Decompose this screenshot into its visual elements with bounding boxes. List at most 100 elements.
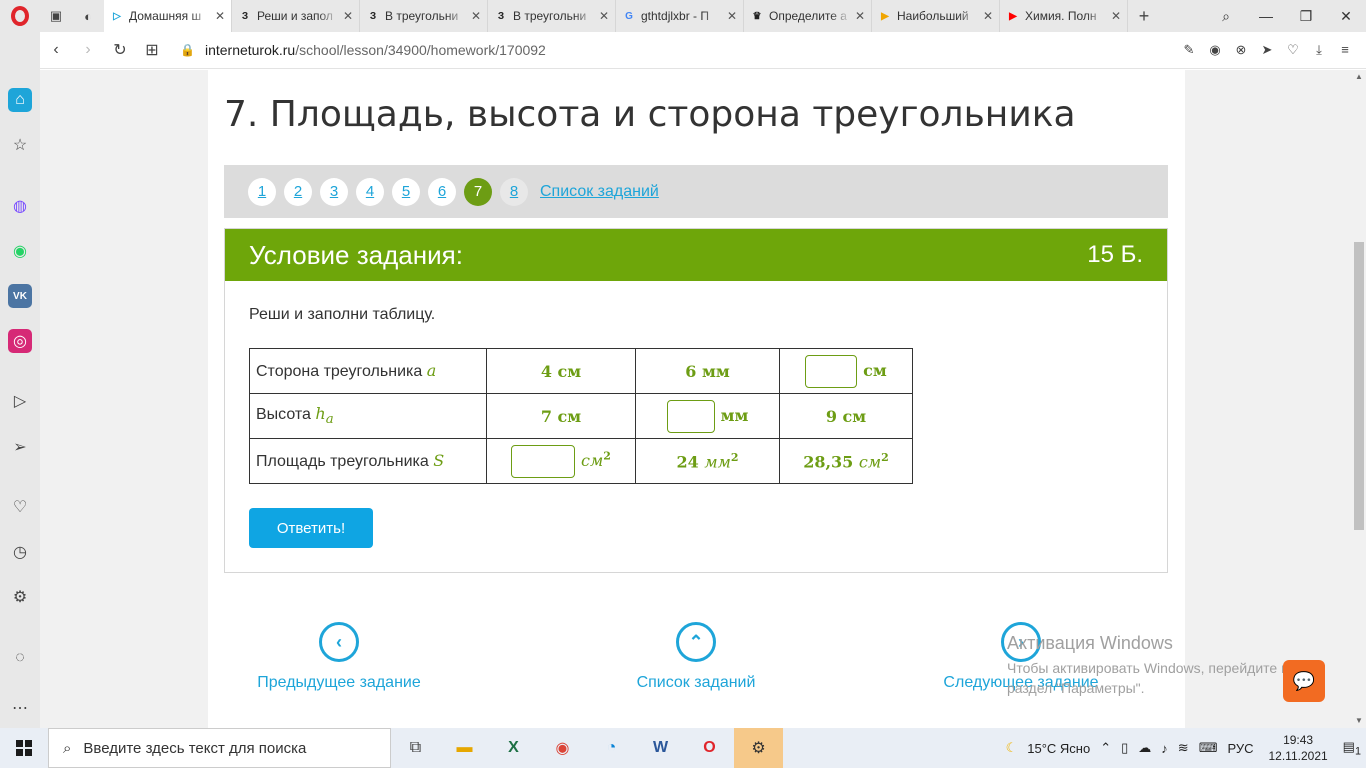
- file-explorer-icon[interactable]: ▬: [440, 728, 489, 768]
- browser-tab[interactable]: ▶ Наибольший ✕: [872, 0, 1000, 32]
- download-icon[interactable]: ⤓: [1306, 42, 1332, 58]
- send-icon[interactable]: ➤: [1254, 42, 1280, 58]
- home-icon[interactable]: ⌂: [8, 88, 32, 112]
- globe-tab-icon[interactable]: ◐: [72, 0, 104, 32]
- vk-icon[interactable]: VK: [8, 284, 32, 308]
- tab-close-icon[interactable]: ✕: [471, 9, 481, 23]
- windows-start-button[interactable]: [0, 728, 48, 768]
- word-icon[interactable]: W: [636, 728, 685, 768]
- messenger-icon[interactable]: ◍: [8, 194, 32, 218]
- clock[interactable]: 19:43 12.11.2021: [1269, 732, 1328, 764]
- easy-setup-icon[interactable]: ≡: [1332, 42, 1358, 58]
- page-link-8[interactable]: 8: [500, 177, 528, 206]
- history-clock-icon[interactable]: ◷: [8, 540, 32, 564]
- tab-close-icon[interactable]: ✕: [343, 9, 353, 23]
- page-link-5[interactable]: 5: [392, 177, 420, 206]
- cloud-icon[interactable]: ☁: [1138, 740, 1151, 756]
- minimize-button[interactable]: —: [1246, 8, 1286, 25]
- whatsapp-icon[interactable]: ◉: [8, 239, 32, 263]
- forward-button[interactable]: ›: [72, 41, 104, 59]
- browser-tab[interactable]: З В треугольни ✕: [488, 0, 616, 32]
- area-answer-input[interactable]: [511, 444, 576, 478]
- tab-close-icon[interactable]: ✕: [727, 9, 737, 23]
- row-label-height: Высота ha: [249, 393, 487, 439]
- camera-icon[interactable]: ◉: [1202, 42, 1228, 58]
- tab-close-icon[interactable]: ✕: [1111, 9, 1121, 23]
- page-link-2[interactable]: 2: [284, 177, 312, 206]
- browser-sidebar: ⌂ ☆ ◍ ◉ VK ◎ ▷ ➢ ♡ ◷ ⚙ ◌ ⋯: [0, 32, 40, 728]
- task-list-bottom-link[interactable]: ⌃ Список заданий: [596, 622, 796, 692]
- task-pager: 1 2 3 4 5 6 7 8 Список заданий: [224, 165, 1168, 218]
- taskbar-search-input[interactable]: ⌕ Введите здесь текст для поиска: [48, 728, 391, 768]
- close-window-button[interactable]: ✕: [1326, 8, 1366, 25]
- chrome-icon[interactable]: ◉: [538, 728, 587, 768]
- edit-icon[interactable]: ✎: [1176, 42, 1202, 58]
- tips-bulb-icon[interactable]: ◌: [8, 646, 32, 670]
- player-icon[interactable]: ▷: [8, 389, 32, 413]
- tray-expand-icon[interactable]: ⌃: [1100, 740, 1111, 756]
- edge-icon[interactable]: ◔: [587, 728, 636, 768]
- excel-icon[interactable]: X: [489, 728, 538, 768]
- new-tab-button[interactable]: +: [1128, 6, 1160, 27]
- tab-close-icon[interactable]: ✕: [215, 9, 225, 23]
- wifi-icon[interactable]: ≋: [1178, 740, 1189, 756]
- page-scrollbar[interactable]: ▲ ▼: [1352, 70, 1366, 728]
- settings-taskbar-icon[interactable]: ⚙: [734, 728, 783, 768]
- address-bar: ‹ › ↻ ⊞ 🔒 interneturok.ru/school/lesson/…: [40, 32, 1366, 69]
- opera-menu-icon[interactable]: [0, 0, 40, 32]
- speed-dial-star-icon[interactable]: ☆: [8, 133, 32, 157]
- scrollbar-thumb[interactable]: [1354, 242, 1364, 530]
- back-button[interactable]: ‹: [40, 41, 72, 59]
- page-link-1[interactable]: 1: [248, 177, 276, 206]
- language-indicator[interactable]: РУС: [1227, 741, 1253, 756]
- heart-icon[interactable]: ♡: [1280, 42, 1306, 58]
- browser-tab[interactable]: ♛ Определите а ✕: [744, 0, 872, 32]
- url-field[interactable]: interneturok.ru/school/lesson/34900/home…: [205, 42, 546, 58]
- block-icon[interactable]: ⊗: [1228, 42, 1254, 58]
- scroll-up-icon[interactable]: ▲: [1352, 72, 1366, 81]
- pinned-tab-icon[interactable]: ▣: [40, 0, 72, 32]
- bookmarks-heart-icon[interactable]: ♡: [8, 495, 32, 519]
- restore-button[interactable]: ❐: [1286, 8, 1326, 25]
- prev-task-link[interactable]: ‹ Предыдущее задание: [239, 622, 439, 692]
- side-answer-input[interactable]: [805, 354, 858, 388]
- lock-icon[interactable]: 🔒: [180, 43, 195, 57]
- scroll-down-icon[interactable]: ▼: [1352, 716, 1366, 725]
- tab-favicon-icon: ♛: [752, 10, 762, 22]
- task-view-icon[interactable]: ⧉: [391, 728, 440, 768]
- page-link-6[interactable]: 6: [428, 177, 456, 206]
- task-list-link[interactable]: Список заданий: [540, 183, 659, 201]
- tab-favicon-icon: ▶: [881, 10, 889, 22]
- browser-tab[interactable]: ▶ Химия. Полн ✕: [1000, 0, 1128, 32]
- browser-tab[interactable]: ▷ Домашняя ш ✕: [104, 0, 232, 32]
- page-link-4[interactable]: 4: [356, 177, 384, 206]
- browser-tab[interactable]: З В треугольни ✕: [360, 0, 488, 32]
- cell-value: 7 см: [486, 393, 636, 439]
- volume-icon[interactable]: ♪: [1161, 741, 1168, 756]
- instagram-icon[interactable]: ◎: [8, 329, 32, 353]
- reload-button[interactable]: ↻: [104, 40, 136, 60]
- tab-search-icon[interactable]: ⌕: [1206, 8, 1246, 25]
- weather-text[interactable]: 15°C Ясно: [1027, 741, 1090, 756]
- keyboard-icon[interactable]: ⌨: [1199, 740, 1218, 756]
- more-dots-icon[interactable]: ⋯: [8, 696, 32, 720]
- chat-icon[interactable]: 💬: [1283, 660, 1325, 702]
- opera-taskbar-icon[interactable]: O: [685, 728, 734, 768]
- browser-tab[interactable]: З Реши и запол ✕: [232, 0, 360, 32]
- height-answer-input[interactable]: [666, 399, 715, 433]
- browser-tab[interactable]: Ggthtdjlxbr - П ✕: [616, 0, 744, 32]
- tab-close-icon[interactable]: ✕: [983, 9, 993, 23]
- notifications-icon[interactable]: ▤1: [1343, 739, 1361, 758]
- submit-answer-button[interactable]: Ответить!: [249, 508, 373, 548]
- tab-close-icon[interactable]: ✕: [599, 9, 609, 23]
- windows-activation-watermark: Активация Windows Чтобы активировать Win…: [1007, 633, 1289, 696]
- tray-app-icon[interactable]: ▯: [1121, 740, 1128, 756]
- cell-value: 9 см: [779, 393, 913, 439]
- flow-send-icon[interactable]: ➢: [8, 435, 32, 459]
- page-link-3[interactable]: 3: [320, 177, 348, 206]
- speed-dial-icon[interactable]: ⊞: [136, 40, 168, 60]
- tab-close-icon[interactable]: ✕: [855, 9, 865, 23]
- weather-moon-icon[interactable]: ☾: [1006, 740, 1018, 756]
- page-link-7-current[interactable]: 7: [464, 177, 492, 206]
- settings-gear-icon[interactable]: ⚙: [8, 585, 32, 609]
